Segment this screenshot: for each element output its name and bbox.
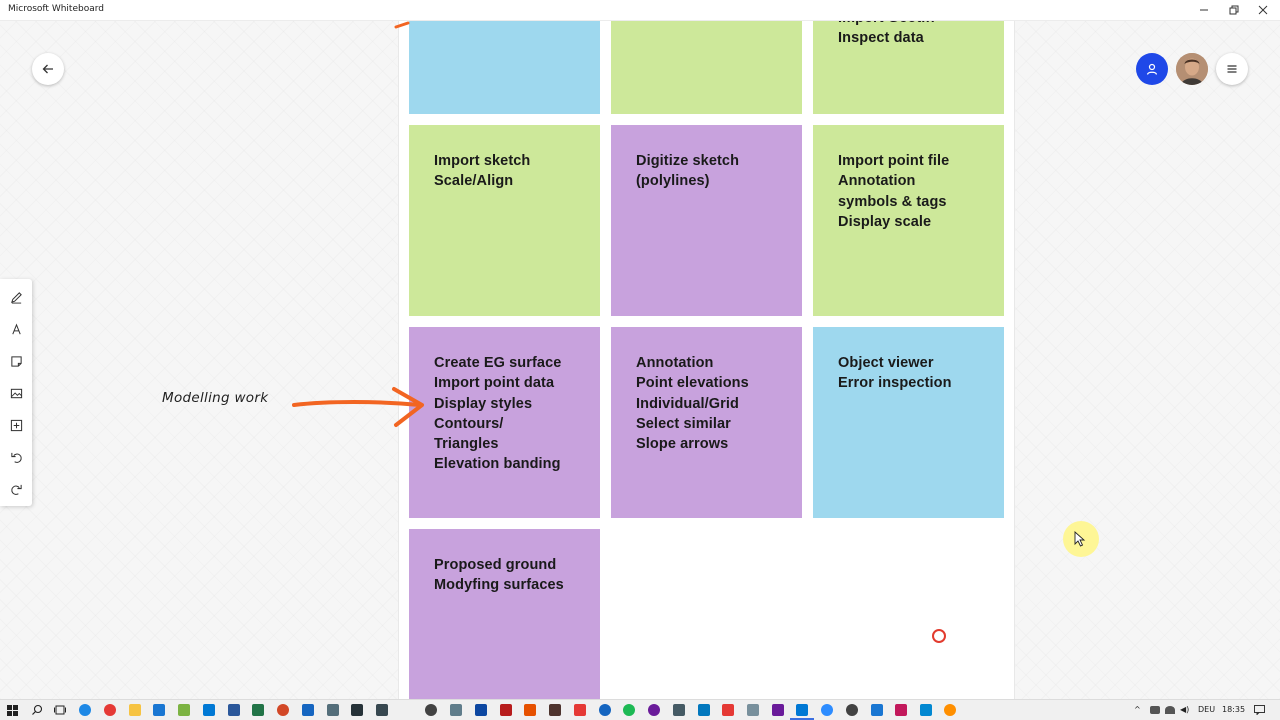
app-icon[interactable]	[698, 704, 710, 716]
acrobat-icon[interactable]	[574, 704, 586, 716]
undo-icon[interactable]	[6, 447, 26, 467]
user-photo	[1176, 53, 1208, 85]
language-indicator[interactable]: DEU	[1198, 705, 1215, 714]
minimize-button[interactable]	[1187, 0, 1221, 20]
revit-icon[interactable]	[376, 704, 388, 716]
outlook-icon[interactable]	[203, 704, 215, 716]
sticky-note[interactable]: Import sketch Scale/Align	[409, 125, 600, 316]
bridge-icon[interactable]	[549, 704, 561, 716]
tray-overflow-icon[interactable]: ^	[1134, 705, 1141, 714]
sticky-note[interactable]: Digitize sketch (polylines)	[611, 125, 802, 316]
title-bar: Microsoft Whiteboard	[0, 0, 1280, 21]
pointer-icon	[1074, 531, 1086, 547]
add-icon[interactable]	[6, 415, 26, 435]
powerpoint-icon[interactable]	[277, 704, 289, 716]
back-button[interactable]	[32, 53, 64, 85]
ink-stroke	[394, 21, 410, 29]
pen-icon[interactable]	[6, 287, 26, 307]
whiteboard-icon[interactable]	[796, 704, 808, 716]
indesign-icon[interactable]	[500, 704, 512, 716]
autocad-icon[interactable]	[302, 704, 314, 716]
sticky-note[interactable]: Create EG surface Import point data Disp…	[409, 327, 600, 518]
app-icon[interactable]	[327, 704, 339, 716]
photoshop-icon[interactable]	[475, 704, 487, 716]
app-icon[interactable]	[871, 704, 883, 716]
sticky-note[interactable]	[611, 21, 802, 114]
arrow-left-icon	[42, 64, 53, 74]
app-icon[interactable]	[450, 704, 462, 716]
image-icon[interactable]	[6, 383, 26, 403]
close-icon	[1258, 5, 1268, 15]
zoom-icon[interactable]	[821, 704, 833, 716]
person-icon	[1146, 63, 1158, 75]
left-toolbar	[0, 279, 32, 506]
app-icon[interactable]	[944, 704, 956, 716]
close-button[interactable]	[1246, 0, 1280, 20]
app-icon[interactable]	[599, 704, 611, 716]
ink-label[interactable]: Modelling work	[162, 390, 268, 406]
spotify-icon[interactable]	[623, 704, 635, 716]
board-frame: Import Geotiff Inspect data Import sketc…	[398, 21, 1015, 699]
excel-icon[interactable]	[252, 704, 264, 716]
text-icon[interactable]	[6, 319, 26, 339]
app-icon[interactable]	[648, 704, 660, 716]
visual-studio-icon[interactable]	[772, 704, 784, 716]
redo-icon[interactable]	[6, 479, 26, 499]
minimize-icon	[1200, 9, 1208, 11]
battery-icon[interactable]	[1150, 706, 1160, 714]
network-icon[interactable]	[1165, 706, 1175, 714]
volume-icon[interactable]: ◀)	[1180, 705, 1189, 714]
search-icon[interactable]	[31, 704, 43, 716]
app-icon[interactable]	[846, 704, 858, 716]
app-icon[interactable]	[920, 704, 932, 716]
sticky-note[interactable]: Object viewer Error inspection	[813, 327, 1004, 518]
restore-icon	[1229, 5, 1239, 15]
window-title: Microsoft Whiteboard	[8, 4, 104, 14]
sticky-note[interactable]: Annotation Point elevations Individual/G…	[611, 327, 802, 518]
app-icon[interactable]	[153, 704, 165, 716]
opera-icon[interactable]	[104, 704, 116, 716]
clock[interactable]: 18:35	[1222, 705, 1245, 714]
app-icon[interactable]	[425, 704, 437, 716]
notifications-icon[interactable]	[1254, 705, 1265, 715]
menu-button[interactable]	[1216, 53, 1248, 85]
taskbar: ^ ◀) DEU 18:35	[0, 699, 1280, 720]
app-icon[interactable]	[673, 704, 685, 716]
app-icon[interactable]	[747, 704, 759, 716]
revit-icon[interactable]	[351, 704, 363, 716]
hamburger-icon	[1227, 65, 1237, 73]
whiteboard-canvas[interactable]: Import Geotiff Inspect data Import sketc…	[0, 21, 1280, 699]
sticky-note[interactable]	[409, 21, 600, 114]
share-button[interactable]	[1136, 53, 1168, 85]
notes-app-icon[interactable]	[178, 704, 190, 716]
app-icon[interactable]	[895, 704, 907, 716]
note-icon[interactable]	[6, 351, 26, 371]
edge-icon[interactable]	[79, 704, 91, 716]
pointer-ring	[932, 629, 946, 643]
word-icon[interactable]	[228, 704, 240, 716]
app-icon[interactable]	[722, 704, 734, 716]
avatar[interactable]	[1176, 53, 1208, 85]
ink-arrow[interactable]	[288, 385, 428, 435]
sticky-note[interactable]: Import Geotiff Inspect data	[813, 21, 1004, 114]
sticky-note[interactable]: Import point file Annotation symbols & t…	[813, 125, 1004, 316]
task-view-icon[interactable]	[54, 704, 66, 716]
file-explorer-icon[interactable]	[129, 704, 141, 716]
illustrator-icon[interactable]	[524, 704, 536, 716]
windows-start-icon[interactable]	[7, 705, 18, 716]
sticky-note[interactable]: Proposed ground Modyfing surfaces	[409, 529, 600, 699]
